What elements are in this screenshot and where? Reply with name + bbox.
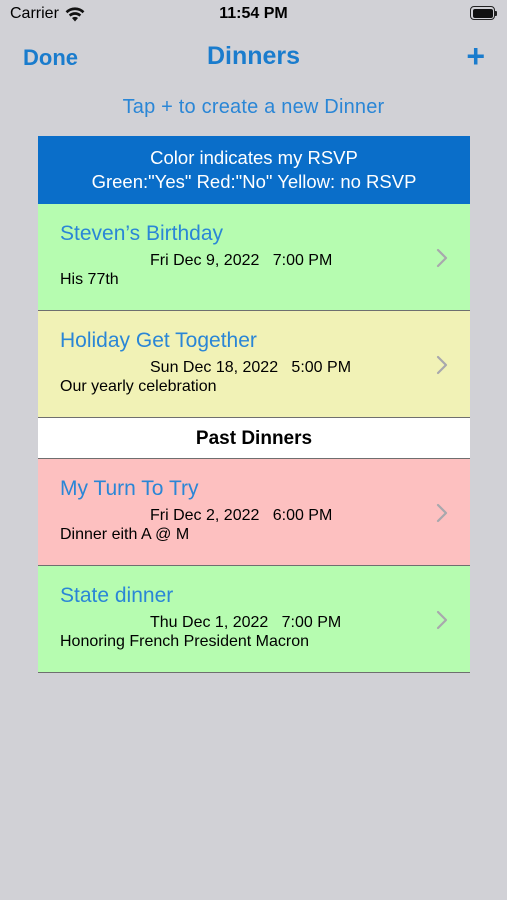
dinner-title: Holiday Get Together (60, 329, 257, 352)
dinner-description: His 77th (60, 271, 119, 288)
chevron-right-icon (436, 610, 448, 630)
dinner-description: Honoring French President Macron (60, 633, 310, 650)
dinner-datetime: Fri Dec 2, 2022 6:00 PM (150, 507, 333, 524)
dinner-list: Color indicates my RSVP Green:"Yes" Red:… (38, 136, 470, 673)
create-hint-text: Tap + to create a new Dinner (122, 96, 385, 118)
navigation-bar: Done Dinners + (0, 36, 507, 80)
dinner-description: Our yearly celebration (60, 378, 217, 395)
dinner-row[interactable]: Holiday Get Together Sun Dec 18, 2022 5:… (38, 311, 470, 418)
dinner-row[interactable]: Steven’s Birthday Fri Dec 9, 2022 7:00 P… (38, 204, 470, 311)
dinner-title: Steven’s Birthday (60, 222, 224, 245)
rsvp-legend-header: Color indicates my RSVP Green:"Yes" Red:… (38, 136, 470, 204)
chevron-right-icon (436, 503, 448, 523)
page-title: Dinners (206, 42, 301, 70)
dinner-title: State dinner (60, 584, 174, 607)
legend-line-2: Green:"Yes" Red:"No" Yellow: no RSVP (91, 171, 417, 192)
chevron-right-icon (436, 248, 448, 268)
status-time: 11:54 PM (219, 5, 288, 22)
chevron-right-icon (436, 355, 448, 375)
dinner-description: Dinner eith A @ M (60, 526, 190, 543)
legend-line-1: Color indicates my RSVP (150, 147, 358, 168)
dinner-title: My Turn To Try (60, 477, 199, 500)
add-dinner-button[interactable]: + (466, 36, 485, 76)
status-bar: Carrier 11:54 PM (0, 0, 507, 30)
past-dinners-header: Past Dinners (38, 418, 470, 459)
dinner-datetime: Thu Dec 1, 2022 7:00 PM (150, 614, 342, 631)
battery-icon (470, 6, 497, 20)
dinner-datetime: Sun Dec 18, 2022 5:00 PM (150, 359, 352, 376)
dinner-row[interactable]: State dinner Thu Dec 1, 2022 7:00 PM Hon… (38, 566, 470, 673)
dinner-row[interactable]: My Turn To Try Fri Dec 2, 2022 6:00 PM D… (38, 459, 470, 566)
dinner-datetime: Fri Dec 9, 2022 7:00 PM (150, 252, 333, 269)
